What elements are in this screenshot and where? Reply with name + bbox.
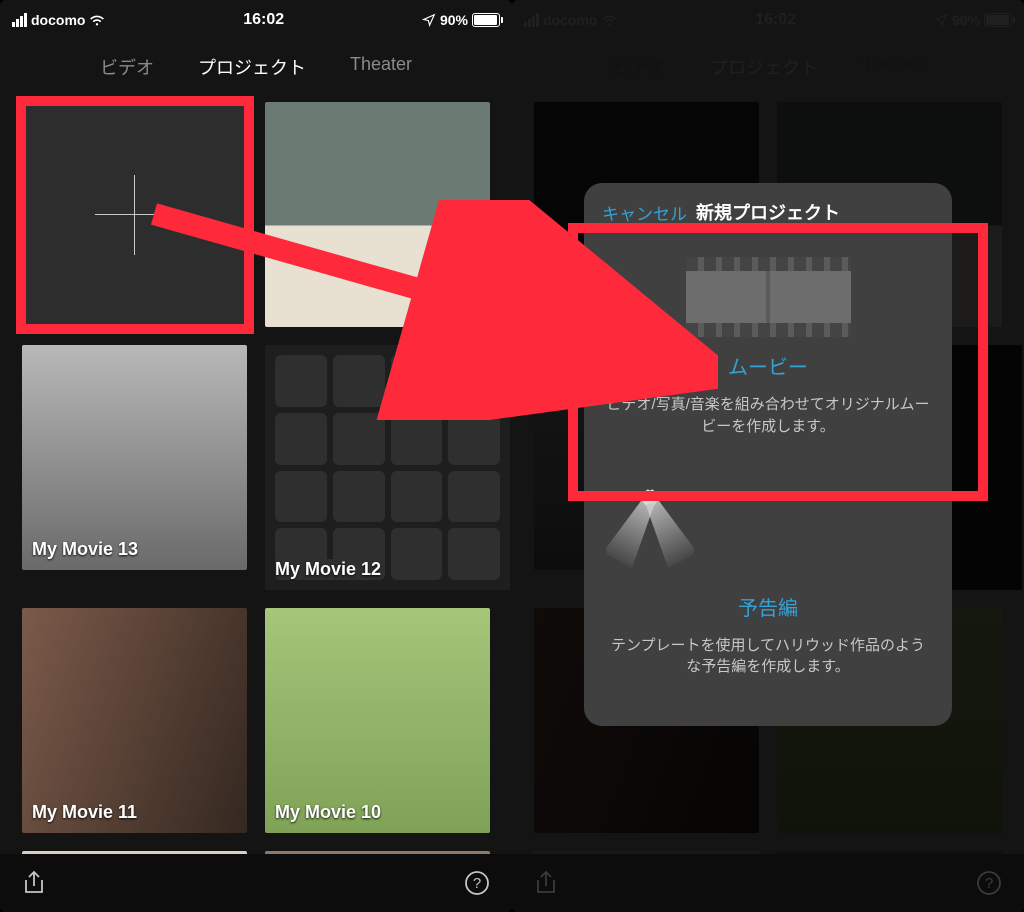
clock: 16:02	[755, 11, 796, 29]
option-movie-name: ムービー	[606, 351, 930, 380]
wifi-icon	[89, 14, 105, 26]
carrier-label: docomo	[31, 12, 85, 28]
battery-pct: 90%	[952, 12, 980, 28]
plus-icon	[22, 102, 247, 327]
cancel-button[interactable]: キャンセル	[602, 200, 687, 225]
new-project-modal: キャンセル 新規プロジェクト ムービー ビデオ/写真/音楽を組み合わせてオリジナ…	[584, 183, 952, 726]
phone-left: docomo 16:02 90% ビデオ プロジェクト Theater My M…	[0, 0, 512, 912]
location-icon	[422, 13, 436, 27]
battery-pct: 90%	[440, 12, 468, 28]
share-icon[interactable]	[22, 870, 46, 896]
svg-text:?: ?	[985, 875, 993, 892]
help-icon[interactable]: ?	[464, 870, 490, 896]
project-tile[interactable]: My Movie 13	[22, 345, 247, 570]
battery-icon	[984, 13, 1012, 27]
add-project-tile[interactable]	[22, 102, 247, 327]
project-grid: My Movie 13 My Movie 12 My Movie 11 My M…	[0, 102, 512, 912]
spotlights-icon	[606, 482, 694, 578]
bottom-bar: ?	[512, 854, 1024, 912]
project-tile[interactable]: My Movie 10	[265, 608, 490, 833]
tab-project[interactable]: プロジェクト	[710, 54, 818, 80]
tab-bar: ビデオ プロジェクト Theater	[0, 34, 512, 102]
help-icon[interactable]: ?	[976, 870, 1002, 896]
clock: 16:02	[243, 11, 284, 29]
carrier-label: docomo	[543, 12, 597, 28]
wifi-icon	[601, 14, 617, 26]
status-bar: docomo 16:02 90%	[0, 0, 512, 34]
share-icon[interactable]	[534, 870, 558, 896]
tab-video[interactable]: ビデオ	[612, 54, 666, 80]
bottom-bar: ?	[0, 854, 512, 912]
tab-bar: ビデオ プロジェクト Theater	[512, 34, 1024, 102]
modal-title: 新規プロジェクト	[696, 199, 840, 225]
project-tile[interactable]	[265, 102, 490, 327]
battery-icon	[472, 13, 500, 27]
tab-project[interactable]: プロジェクト	[198, 54, 306, 80]
phone-right: docomo 16:02 90% ビデオ プロジェクト Theater	[512, 0, 1024, 912]
tab-theater[interactable]: Theater	[350, 54, 412, 80]
option-trailer-desc: テンプレートを使用してハリウッド作品のような予告編を作成します。	[606, 635, 930, 679]
tab-theater[interactable]: Theater	[862, 54, 924, 80]
option-trailer-name: 予告編	[606, 592, 930, 621]
signal-icon	[12, 13, 27, 27]
svg-text:?: ?	[473, 875, 481, 892]
project-tile[interactable]: My Movie 12	[265, 345, 510, 590]
location-icon	[934, 13, 948, 27]
option-trailer[interactable]: 予告編 テンプレートを使用してハリウッド作品のような予告編を作成します。	[584, 462, 952, 703]
project-tile[interactable]: My Movie 11	[22, 608, 247, 833]
filmstrip-icon	[606, 257, 930, 337]
signal-icon	[524, 13, 539, 27]
option-movie-desc: ビデオ/写真/音楽を組み合わせてオリジナルムービーを作成します。	[606, 394, 930, 438]
tab-video[interactable]: ビデオ	[100, 54, 154, 80]
option-movie[interactable]: ムービー ビデオ/写真/音楽を組み合わせてオリジナルムービーを作成します。	[584, 237, 952, 462]
status-bar: docomo 16:02 90%	[512, 0, 1024, 34]
